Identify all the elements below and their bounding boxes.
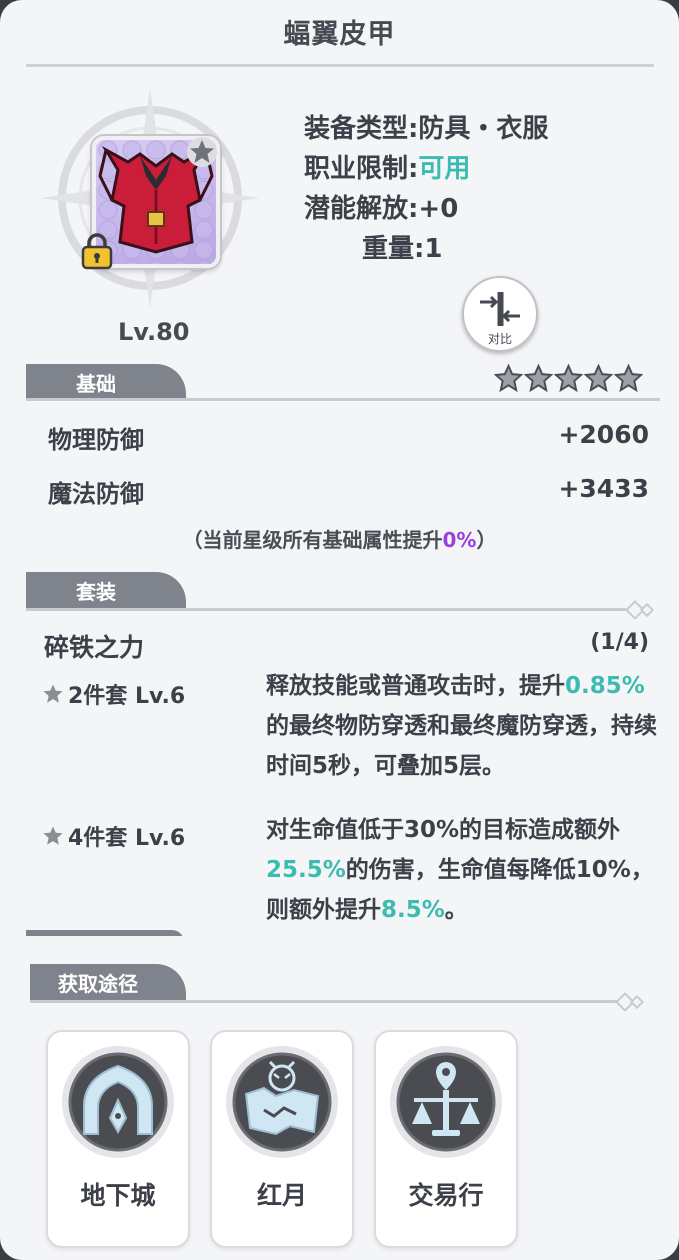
star-badge-icon	[187, 137, 217, 167]
set-desc-4: 对生命值低于30%的目标造成额外25.5%的伤害，生命值每降低10%，则额外提升…	[266, 810, 666, 930]
title-divider	[26, 64, 654, 67]
desc-text: 释放技能或普通攻击时，提升	[266, 673, 565, 699]
compare-label: 对比	[487, 332, 512, 346]
auction-scale-icon	[390, 1046, 502, 1158]
attr-potential: 潜能解放:+0	[304, 188, 458, 225]
note-prefix: （当前星级所有基础属性提升	[182, 528, 443, 552]
source-label: 交易行	[408, 1181, 484, 1210]
section-divider-sources	[30, 1000, 622, 1003]
star-empty-icon	[554, 364, 583, 393]
source-card-auction[interactable]: 交易行	[374, 1030, 518, 1248]
dungeon-icon	[62, 1046, 174, 1158]
stat-label-physical-defense: 物理防御	[48, 426, 144, 454]
attr-type: 装备类型:防具・衣服	[304, 108, 548, 145]
star-icon	[43, 826, 63, 845]
desc-text: 对生命值低于30%的目标造成额外	[266, 817, 621, 843]
stat-value-magic-defense: +3433	[558, 474, 649, 503]
set-name: 碎铁之力	[44, 633, 145, 662]
set-count: (1/4)	[590, 630, 649, 655]
item-level: Lv.80	[118, 318, 190, 346]
star-empty-icon	[524, 364, 553, 393]
window-title: 蝠翼皮甲	[283, 19, 396, 50]
attr-weight-label: 重量:	[362, 234, 425, 264]
set-tier-label: 2件套 Lv.6	[68, 684, 186, 709]
scroll-clip	[0, 936, 679, 960]
stat-label-magic-defense: 魔法防御	[48, 480, 144, 508]
set-tier-label: 4件套 Lv.6	[68, 826, 186, 851]
star-rating	[494, 364, 643, 393]
compare-arrows-icon	[480, 292, 520, 326]
equipment-detail-panel: 蝠翼皮甲 Lv.80 装备类型:防具・衣服 职业限制:可用 潜能解放:+0 重量…	[0, 0, 679, 1260]
source-card-red-moon[interactable]: 红月	[210, 1030, 354, 1248]
attr-job-label: 职业限制:	[304, 154, 419, 184]
attr-potential-value: +0	[418, 194, 459, 224]
compare-button[interactable]: 对比	[462, 276, 538, 352]
star-bonus-note: （当前星级所有基础属性提升0%）	[0, 524, 679, 553]
desc-text: 的最终物防穿透和最终魔防穿透，持续时间5秒，可叠加5层。	[266, 713, 657, 779]
source-label: 红月	[256, 1181, 307, 1210]
note-value: 0%	[442, 528, 477, 552]
attr-job-value: 可用	[418, 154, 471, 184]
section-tab-set: 套装	[26, 572, 186, 608]
attr-type-value: 防具・衣服	[418, 114, 549, 144]
note-suffix: ）	[476, 528, 497, 552]
divider-diamond-icon	[629, 994, 645, 1010]
red-moon-icon	[226, 1046, 338, 1158]
desc-highlight: 8.5%	[381, 897, 445, 923]
set-tier-2: 2件套 Lv.6	[42, 678, 185, 710]
section-divider-basic	[26, 398, 660, 401]
source-card-dungeon[interactable]: 地下城	[46, 1030, 190, 1248]
attr-weight-value: 1	[424, 234, 443, 264]
attr-weight: 重量:1	[362, 228, 443, 265]
stat-value-physical-defense: +2060	[558, 420, 649, 449]
lock-icon[interactable]	[80, 232, 114, 270]
attr-potential-label: 潜能解放:	[304, 194, 419, 224]
star-empty-icon	[614, 364, 643, 393]
desc-text: 。	[444, 897, 468, 923]
star-empty-icon	[494, 364, 523, 393]
attr-type-label: 装备类型:	[304, 114, 419, 144]
divider-diamond-icon	[639, 602, 655, 618]
section-tab-basic: 基础	[26, 364, 186, 400]
star-icon	[43, 684, 63, 703]
item-icon-frame	[40, 88, 260, 308]
desc-highlight: 0.85%	[565, 673, 645, 699]
attr-job: 职业限制:可用	[304, 148, 470, 185]
section-divider-set	[26, 608, 626, 611]
star-empty-icon	[584, 364, 613, 393]
source-label: 地下城	[80, 1181, 156, 1210]
set-tier-4: 4件套 Lv.6	[42, 820, 185, 852]
desc-highlight: 25.5%	[266, 857, 346, 883]
section-tab-sources: 获取途径	[30, 964, 186, 1000]
set-desc-2: 释放技能或普通攻击时，提升0.85% 的最终物防穿透和最终魔防穿透，持续时间5秒，…	[266, 666, 666, 786]
